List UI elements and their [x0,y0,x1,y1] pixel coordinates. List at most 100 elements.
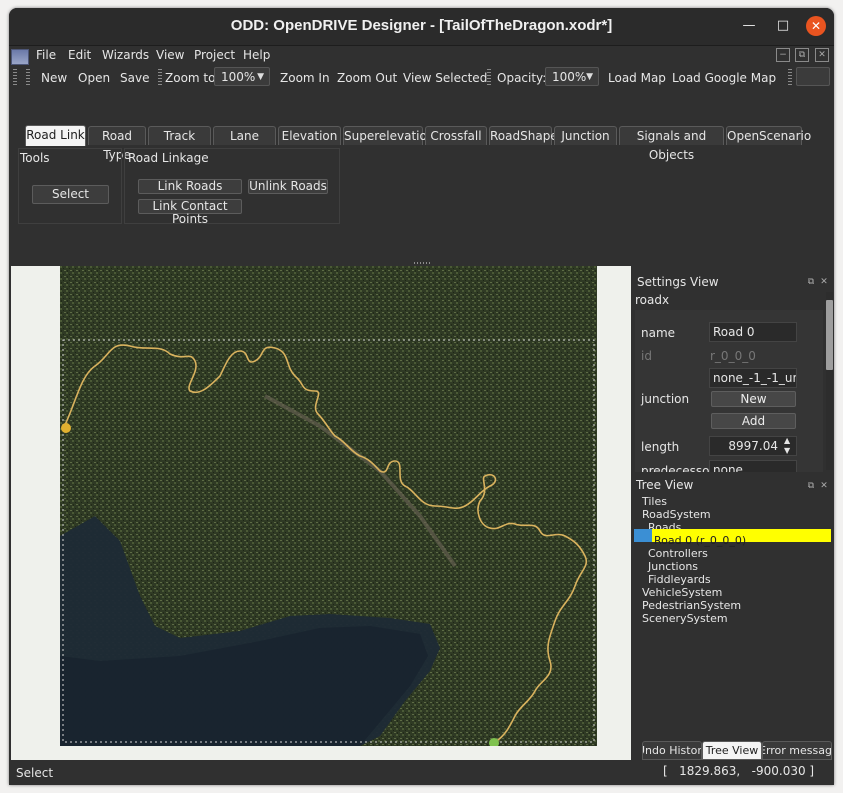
chevron-down-icon: ▼ [257,72,264,82]
toolbar-grip[interactable] [13,69,17,86]
length-value: 8997.04 [728,439,778,453]
maximize-icon[interactable]: □ [774,17,792,35]
id-value: r_0_0_0 [710,349,756,363]
cursor-coordinates: [ 1829.863, -900.030 ] [663,764,815,778]
menu-help[interactable]: Help [243,48,270,62]
float-icon[interactable]: ⧉ [806,480,816,492]
splitter-handle[interactable] [414,262,432,264]
tab-track[interactable]: Track [148,126,211,145]
save-button[interactable]: Save [120,71,149,85]
menu-bar: File Edit Wizards View Project Help − ⧉ … [9,46,834,66]
tab-roadshape[interactable]: RoadShape [489,126,558,145]
zoom-in-button[interactable]: Zoom In [280,71,330,85]
link-roads-button[interactable]: Link Roads [138,179,242,194]
length-label: length [641,440,680,454]
window-title: ODD: OpenDRIVE Designer - [TailOfTheDrag… [230,17,613,34]
toolbar-extra-field[interactable] [796,67,830,86]
tab-signals-objects[interactable]: Signals and Objects [619,126,724,162]
settings-subtitle: roadx [635,293,670,307]
load-map-button[interactable]: Load Map [608,71,666,85]
close-icon[interactable]: ✕ [819,480,829,492]
status-bar: Select [ 1829.863, -900.030 ] [9,762,834,785]
tree-item-controllers[interactable]: Controllers [648,547,708,560]
tab-road-link[interactable]: Road Link [25,125,86,146]
opacity-combo[interactable]: 100% ▼ [545,67,599,86]
satellite-map[interactable] [60,266,597,746]
select-button[interactable]: Select [32,185,109,204]
tools-group-title: Tools [20,151,50,165]
zoom-out-button[interactable]: Zoom Out [337,71,397,85]
toolbar-grip[interactable] [26,69,30,86]
load-google-map-button[interactable]: Load Google Map [672,71,776,85]
menu-file[interactable]: File [36,48,56,62]
junction-field[interactable]: none_-1_-1_unin [709,368,797,388]
road-linkage-group: Road Linkage Link Roads Unlink Roads Lin… [124,148,340,226]
scrollbar-thumb[interactable] [826,300,833,370]
tree-item-pedestriansystem[interactable]: PedestrianSystem [642,599,741,612]
map-view[interactable] [11,266,631,760]
predecessor-label: predecessor [641,464,715,472]
settings-view-title: Settings View [637,275,719,289]
open-button[interactable]: Open [78,71,110,85]
tab-undo-history[interactable]: Undo History [642,741,702,760]
menu-project[interactable]: Project [194,48,235,62]
mdi-close-icon[interactable]: ✕ [815,48,829,62]
minimize-icon[interactable]: — [740,17,758,35]
chevron-down-icon: ▼ [586,72,593,82]
id-label: id [641,349,652,363]
tab-elevation[interactable]: Elevation [278,126,341,145]
toolbar-grip[interactable] [788,69,792,86]
name-label: name [641,326,676,340]
tree-item-tiles[interactable]: Tiles [642,495,667,508]
settings-form: name Road 0 id r_0_0_0 none_-1_-1_unin j… [635,310,823,472]
settings-scrollbar[interactable] [826,292,833,470]
predecessor-field[interactable]: none [709,460,797,472]
zoom-to-label: Zoom to: [165,71,220,85]
road-linkage-title: Road Linkage [128,151,209,165]
float-icon[interactable]: ⧉ [806,276,816,288]
status-mode: Select [16,766,54,780]
tab-crossfall[interactable]: Crossfall [425,126,487,145]
tree-item-scenerysystem[interactable]: ScenerySystem [642,612,728,625]
selection-marker [634,529,652,542]
toolbar-grip[interactable] [487,69,491,86]
mdi-minimize-icon[interactable]: − [776,48,790,62]
tab-error-messages[interactable]: Error messages [762,741,832,760]
app-icon [11,49,29,65]
tree-view-title: Tree View [636,478,694,492]
toolbar-grip[interactable] [158,69,162,86]
tree-item-vehiclesystem[interactable]: VehicleSystem [642,586,722,599]
tab-openscenario[interactable]: OpenScenario [726,126,811,145]
tool-tabs: Road Link Road Type Track Lane Elevation… [9,125,834,162]
right-dock: Settings View ⧉ ✕ roadx name Road 0 id r… [633,266,834,760]
menu-edit[interactable]: Edit [68,48,91,62]
tree-item-roadsystem[interactable]: RoadSystem [642,508,711,521]
menu-view[interactable]: View [156,48,184,62]
junction-new-button[interactable]: New [711,391,796,407]
tab-superelevation[interactable]: Superelevation [343,126,434,145]
app-window: ODD: OpenDRIVE Designer - [TailOfTheDrag… [9,8,834,785]
opacity-label: Opacity: [497,71,547,85]
close-icon[interactable]: ✕ [806,16,826,36]
menu-wizards[interactable]: Wizards [102,48,149,62]
tree-item-junctions[interactable]: Junctions [648,560,698,573]
tools-group: Tools Select [18,148,122,224]
road-start-marker[interactable] [61,423,71,433]
mdi-restore-icon[interactable]: ⧉ [795,48,809,62]
zoom-combo[interactable]: 100% ▼ [214,67,270,86]
tab-tree-view[interactable]: Tree View [702,741,762,760]
tab-road-type[interactable]: Road Type [88,126,146,162]
zoom-value: 100% [221,70,256,84]
tree-item-road-0[interactable]: Road 0 (r_0_0_0) [654,534,746,547]
link-contact-points-button[interactable]: Link Contact Points [138,199,242,226]
tree-item-fiddleyards[interactable]: Fiddleyards [648,573,711,586]
view-selected-button[interactable]: View Selected [403,71,487,85]
unlink-roads-button[interactable]: Unlink Roads [248,179,328,194]
tab-junction[interactable]: Junction [554,126,617,145]
tab-lane[interactable]: Lane [213,126,276,145]
name-field[interactable]: Road 0 [709,322,797,342]
new-button[interactable]: New [41,71,67,85]
junction-add-button[interactable]: Add [711,413,796,429]
spin-arrows-icon[interactable]: ▲ ▼ [784,436,790,456]
close-icon[interactable]: ✕ [819,276,829,288]
